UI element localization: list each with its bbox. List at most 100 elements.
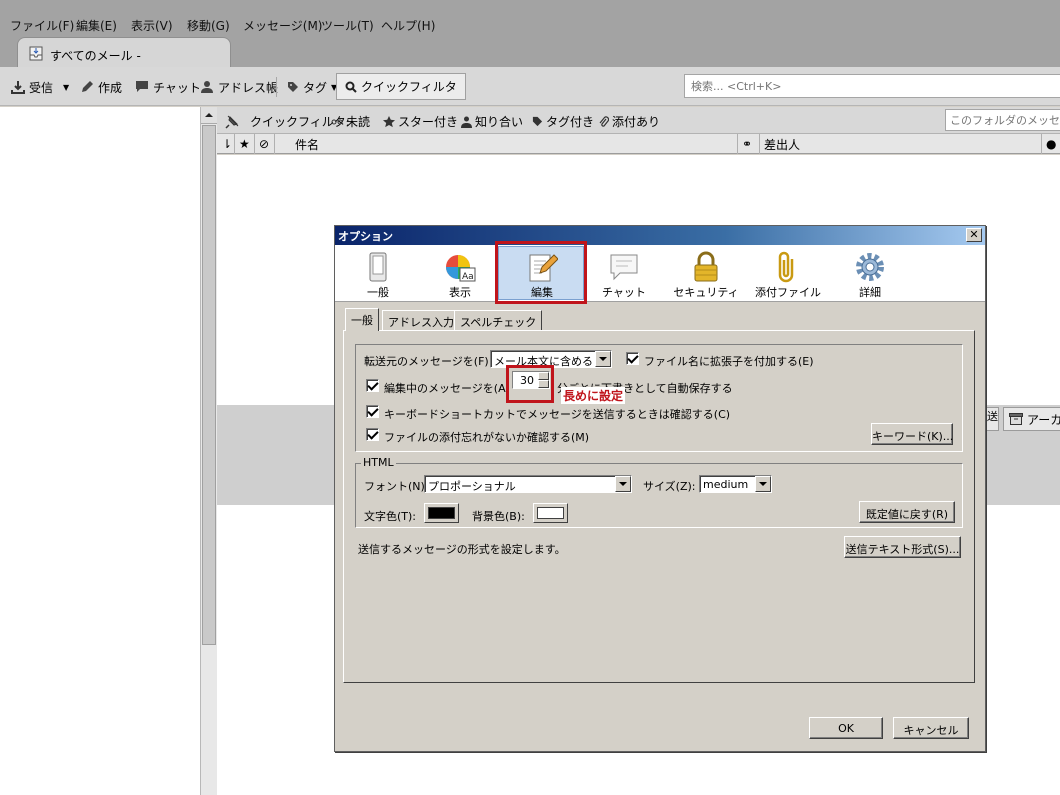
bg-color-swatch — [537, 507, 564, 519]
filter-tagged-button[interactable]: タグ付き — [532, 113, 594, 130]
junk-column-icon[interactable]: ● — [1042, 134, 1060, 154]
archive-button[interactable]: アーカ — [1003, 407, 1060, 431]
tab-label: すべてのメール - — [50, 49, 141, 63]
folder-pane-scrollbar[interactable] — [200, 107, 217, 795]
menu-message[interactable]: メッセージ(M) — [243, 17, 322, 34]
pencil-icon — [82, 81, 93, 92]
magnifier-icon — [345, 81, 357, 93]
pane-security[interactable]: セキュリティ — [666, 247, 746, 299]
security-icon — [694, 251, 718, 282]
filter-tagged-label: タグ付き — [546, 115, 595, 129]
dropdown-arrow-icon[interactable]: ▼ — [63, 83, 69, 92]
download-icon — [11, 81, 25, 94]
pane-attachments-label: 添付ファイル — [755, 286, 821, 299]
filter-contacts-label: 知り合い — [475, 115, 524, 129]
tag-icon — [288, 82, 298, 92]
font-select[interactable]: プロポーショナル — [424, 475, 632, 493]
quick-filter-button[interactable]: クイックフィルタ — [336, 73, 466, 100]
bg-color-picker[interactable] — [533, 503, 568, 523]
sender-column[interactable]: 差出人 — [760, 134, 1042, 154]
subject-column[interactable]: 件名 — [275, 134, 738, 154]
toolbar-separator — [276, 77, 277, 97]
tag-button[interactable]: タグ ▼ — [287, 77, 337, 97]
thread-column-icon[interactable]: ⇂ — [217, 134, 235, 154]
scrollbar-thumb[interactable] — [202, 125, 216, 645]
shortcut-confirm-label: キーボードショートカットでメッセージを送信するときは確認する(C) — [384, 408, 731, 421]
tag-label: タグ — [303, 80, 328, 95]
read-status-column-icon[interactable]: ⚭ — [738, 134, 760, 154]
tab-general[interactable]: 一般 — [345, 308, 379, 331]
display-icon: Aa — [446, 255, 476, 282]
menu-tools[interactable]: ツール(T) — [321, 17, 374, 34]
dialog-titlebar[interactable]: オプション ✕ — [335, 226, 985, 245]
folder-pane[interactable] — [0, 107, 202, 795]
send-format-button[interactable]: 送信テキスト形式(S)... — [844, 536, 961, 558]
highlight-box-composition — [495, 241, 587, 304]
chevron-down-icon[interactable] — [615, 476, 631, 492]
menu-help[interactable]: ヘルプ(H) — [381, 17, 435, 34]
filter-attachment-button[interactable]: 添付あり — [599, 113, 660, 130]
unread-dot-icon — [331, 119, 343, 124]
cancel-button[interactable]: キャンセル — [893, 717, 969, 739]
tab-addressing[interactable]: アドレス入力 — [382, 310, 460, 331]
attach-check-label: ファイルの添付忘れがないか確認する(M) — [384, 431, 590, 444]
folder-search-input[interactable] — [945, 109, 1060, 131]
bg-color-label: 背景色(B): — [472, 510, 525, 523]
autosave-checkbox[interactable] — [366, 379, 379, 392]
extension-checkbox[interactable] — [626, 352, 639, 365]
get-mail-button[interactable]: 受信 ▼ — [11, 77, 69, 97]
star-column-icon[interactable]: ★ — [235, 134, 255, 154]
annotation-note: 長めに設定 — [561, 387, 626, 404]
filter-starred-button[interactable]: スター付き — [383, 113, 458, 130]
restore-defaults-button[interactable]: 既定値に戻す(R) — [859, 501, 955, 523]
pane-chat[interactable]: チャット — [584, 247, 664, 299]
keywords-button[interactable]: キーワード(K)... — [871, 423, 953, 445]
pane-general[interactable]: 一般 — [338, 247, 418, 299]
pane-display[interactable]: Aa 表示 — [420, 247, 500, 299]
size-label: サイズ(Z): — [643, 480, 696, 493]
write-button[interactable]: 作成 — [80, 77, 122, 97]
message-action-button[interactable]: 送 — [985, 407, 999, 431]
attachment-column-icon[interactable]: ⊘ — [255, 134, 275, 154]
menu-view[interactable]: 表示(V) — [131, 17, 173, 34]
attach-check-checkbox[interactable] — [366, 428, 379, 441]
close-icon[interactable]: ✕ — [966, 228, 982, 242]
tab-panel: 転送元のメッセージを(F): メール本文に含める ファイル名に拡張子を付加する(… — [343, 330, 975, 683]
menu-edit[interactable]: 編集(E) — [76, 17, 117, 34]
shortcut-confirm-checkbox[interactable] — [366, 405, 379, 418]
chat-button[interactable]: チャット — [135, 77, 201, 97]
menu-bar: ファイル(F) 編集(E) 表示(V) 移動(G) メッセージ(M) ツール(T… — [0, 0, 1060, 40]
star-icon — [383, 115, 395, 127]
filter-attachment-label: 添付あり — [612, 115, 661, 129]
ok-button[interactable]: OK — [809, 717, 883, 739]
pin-icon — [225, 115, 239, 129]
chevron-down-icon[interactable] — [755, 476, 771, 492]
pane-advanced[interactable]: 詳細 — [830, 247, 910, 299]
filter-contacts-button[interactable]: 知り合い — [461, 113, 523, 130]
tab-all-mail[interactable]: すべてのメール - — [17, 37, 231, 68]
address-book-label: アドレス帳 — [218, 80, 279, 95]
person-icon — [461, 116, 472, 128]
scroll-up-arrow-icon[interactable] — [201, 107, 217, 124]
menu-file[interactable]: ファイル(F) — [10, 17, 74, 34]
text-color-picker[interactable] — [424, 503, 459, 523]
tab-spelling[interactable]: スペルチェック — [454, 310, 543, 331]
tag-icon — [532, 116, 543, 127]
chevron-down-icon[interactable] — [595, 351, 611, 367]
highlight-box-autosave — [506, 365, 554, 403]
archive-label: アーカ — [1027, 412, 1060, 427]
contact-icon — [201, 81, 213, 93]
menu-go[interactable]: 移動(G) — [187, 17, 230, 34]
address-book-button[interactable]: アドレス帳 — [200, 77, 278, 97]
get-mail-label: 受信 — [29, 80, 54, 95]
filter-starred-label: スター付き — [398, 115, 459, 129]
font-label: フォント(N): — [364, 480, 429, 493]
chat-icon — [610, 254, 638, 281]
pane-security-label: セキュリティ — [673, 286, 739, 299]
pane-attachments[interactable]: 添付ファイル — [748, 247, 828, 299]
filter-unread-button[interactable]: 未読 — [331, 113, 370, 130]
message-list-header: ⇂ ★ ⊘ 件名 ⚭ 差出人 ● — [217, 134, 1060, 154]
autosave-label: 編集中のメッセージを(A) — [384, 382, 510, 395]
size-select[interactable]: medium — [699, 475, 772, 493]
global-search-input[interactable] — [684, 74, 1060, 98]
